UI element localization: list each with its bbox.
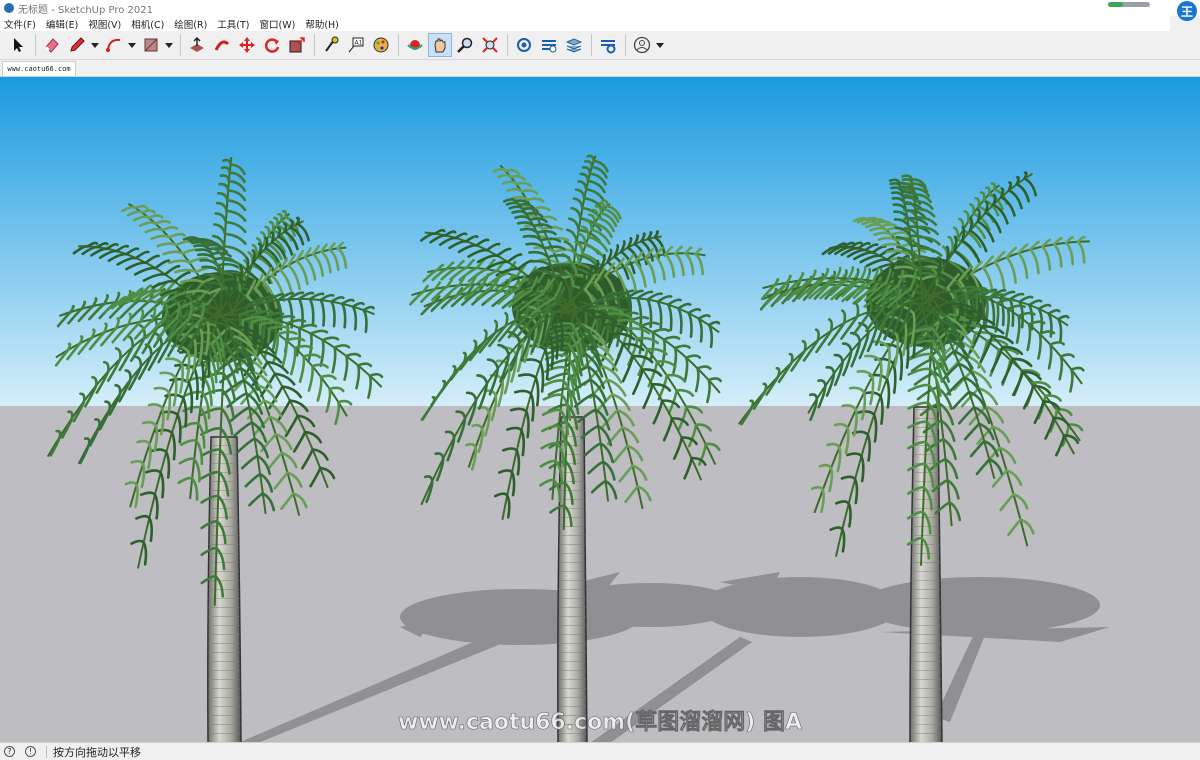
- zoom-icon[interactable]: [453, 33, 477, 57]
- pan-icon[interactable]: [428, 33, 452, 57]
- pencil-icon[interactable]: [65, 33, 89, 57]
- rectangle-dropdown[interactable]: [164, 33, 174, 57]
- select-icon[interactable]: [6, 33, 30, 57]
- orbit-icon[interactable]: [403, 33, 427, 57]
- text-icon[interactable]: A1: [344, 33, 368, 57]
- svg-text:A1: A1: [355, 40, 363, 47]
- watermark-text: www.caotu66.com(草图溜溜网) 图A: [398, 709, 802, 735]
- menu-help[interactable]: 帮助(H): [305, 17, 339, 31]
- account-dropdown[interactable]: [655, 33, 665, 57]
- scene-tab[interactable]: www.caotu66.com: [2, 61, 76, 76]
- extension-warehouse-icon[interactable]: [537, 33, 561, 57]
- menu-camera[interactable]: 相机(C): [131, 17, 164, 31]
- title-bar: 无标题 - SketchUp Pro 2021 王: [0, 0, 1200, 21]
- menu-view[interactable]: 视图(V): [88, 17, 121, 31]
- account-icon[interactable]: [630, 33, 654, 57]
- push-pull-icon[interactable]: [185, 33, 209, 57]
- menu-file[interactable]: 文件(F): [4, 17, 36, 31]
- menu-window[interactable]: 窗口(W): [260, 17, 296, 31]
- extension-manager-icon[interactable]: [596, 33, 620, 57]
- follow-me-icon[interactable]: [210, 33, 234, 57]
- menu-tools[interactable]: 工具(T): [217, 17, 249, 31]
- tape-measure-icon[interactable]: [319, 33, 343, 57]
- status-message: 按方向拖动以平移: [53, 745, 141, 759]
- progress-bar: [1108, 2, 1150, 7]
- status-bar: ? ! 按方向拖动以平移: [0, 742, 1200, 760]
- move-icon[interactable]: [235, 33, 259, 57]
- sketchup-logo-icon: [4, 3, 14, 13]
- arc-dropdown[interactable]: [127, 33, 137, 57]
- palm-trunk-middle: [557, 416, 588, 742]
- ground-plane: [0, 406, 1200, 742]
- menu-draw[interactable]: 绘图(R): [174, 17, 207, 31]
- menu-edit[interactable]: 编辑(E): [46, 17, 78, 31]
- arc-icon[interactable]: [102, 33, 126, 57]
- geo-location-icon[interactable]: ?: [4, 746, 15, 757]
- pencil-dropdown[interactable]: [90, 33, 100, 57]
- zoom-extents-icon[interactable]: [478, 33, 502, 57]
- menu-bar: 文件(F) 编辑(E) 视图(V) 相机(C) 绘图(R) 工具(T) 窗口(W…: [0, 16, 1170, 31]
- user-avatar-badge[interactable]: 王: [1177, 1, 1197, 21]
- rotate-icon[interactable]: [260, 33, 284, 57]
- scene-tab-bar: www.caotu66.com: [0, 60, 1200, 76]
- layout-icon[interactable]: [562, 33, 586, 57]
- info-icon[interactable]: !: [25, 746, 36, 757]
- window-title: 无标题 - SketchUp Pro 2021: [18, 4, 153, 16]
- main-toolbar: A1: [0, 31, 1200, 60]
- paint-bucket-icon[interactable]: [369, 33, 393, 57]
- scene-canvas[interactable]: www.caotu66.com(草图溜溜网) 图A: [0, 77, 1200, 742]
- scale-icon[interactable]: [285, 33, 309, 57]
- model-viewport[interactable]: www.caotu66.com(草图溜溜网) 图A: [0, 76, 1200, 742]
- eraser-icon[interactable]: [40, 33, 64, 57]
- rectangle-icon[interactable]: [139, 33, 163, 57]
- warehouse-icon[interactable]: [512, 33, 536, 57]
